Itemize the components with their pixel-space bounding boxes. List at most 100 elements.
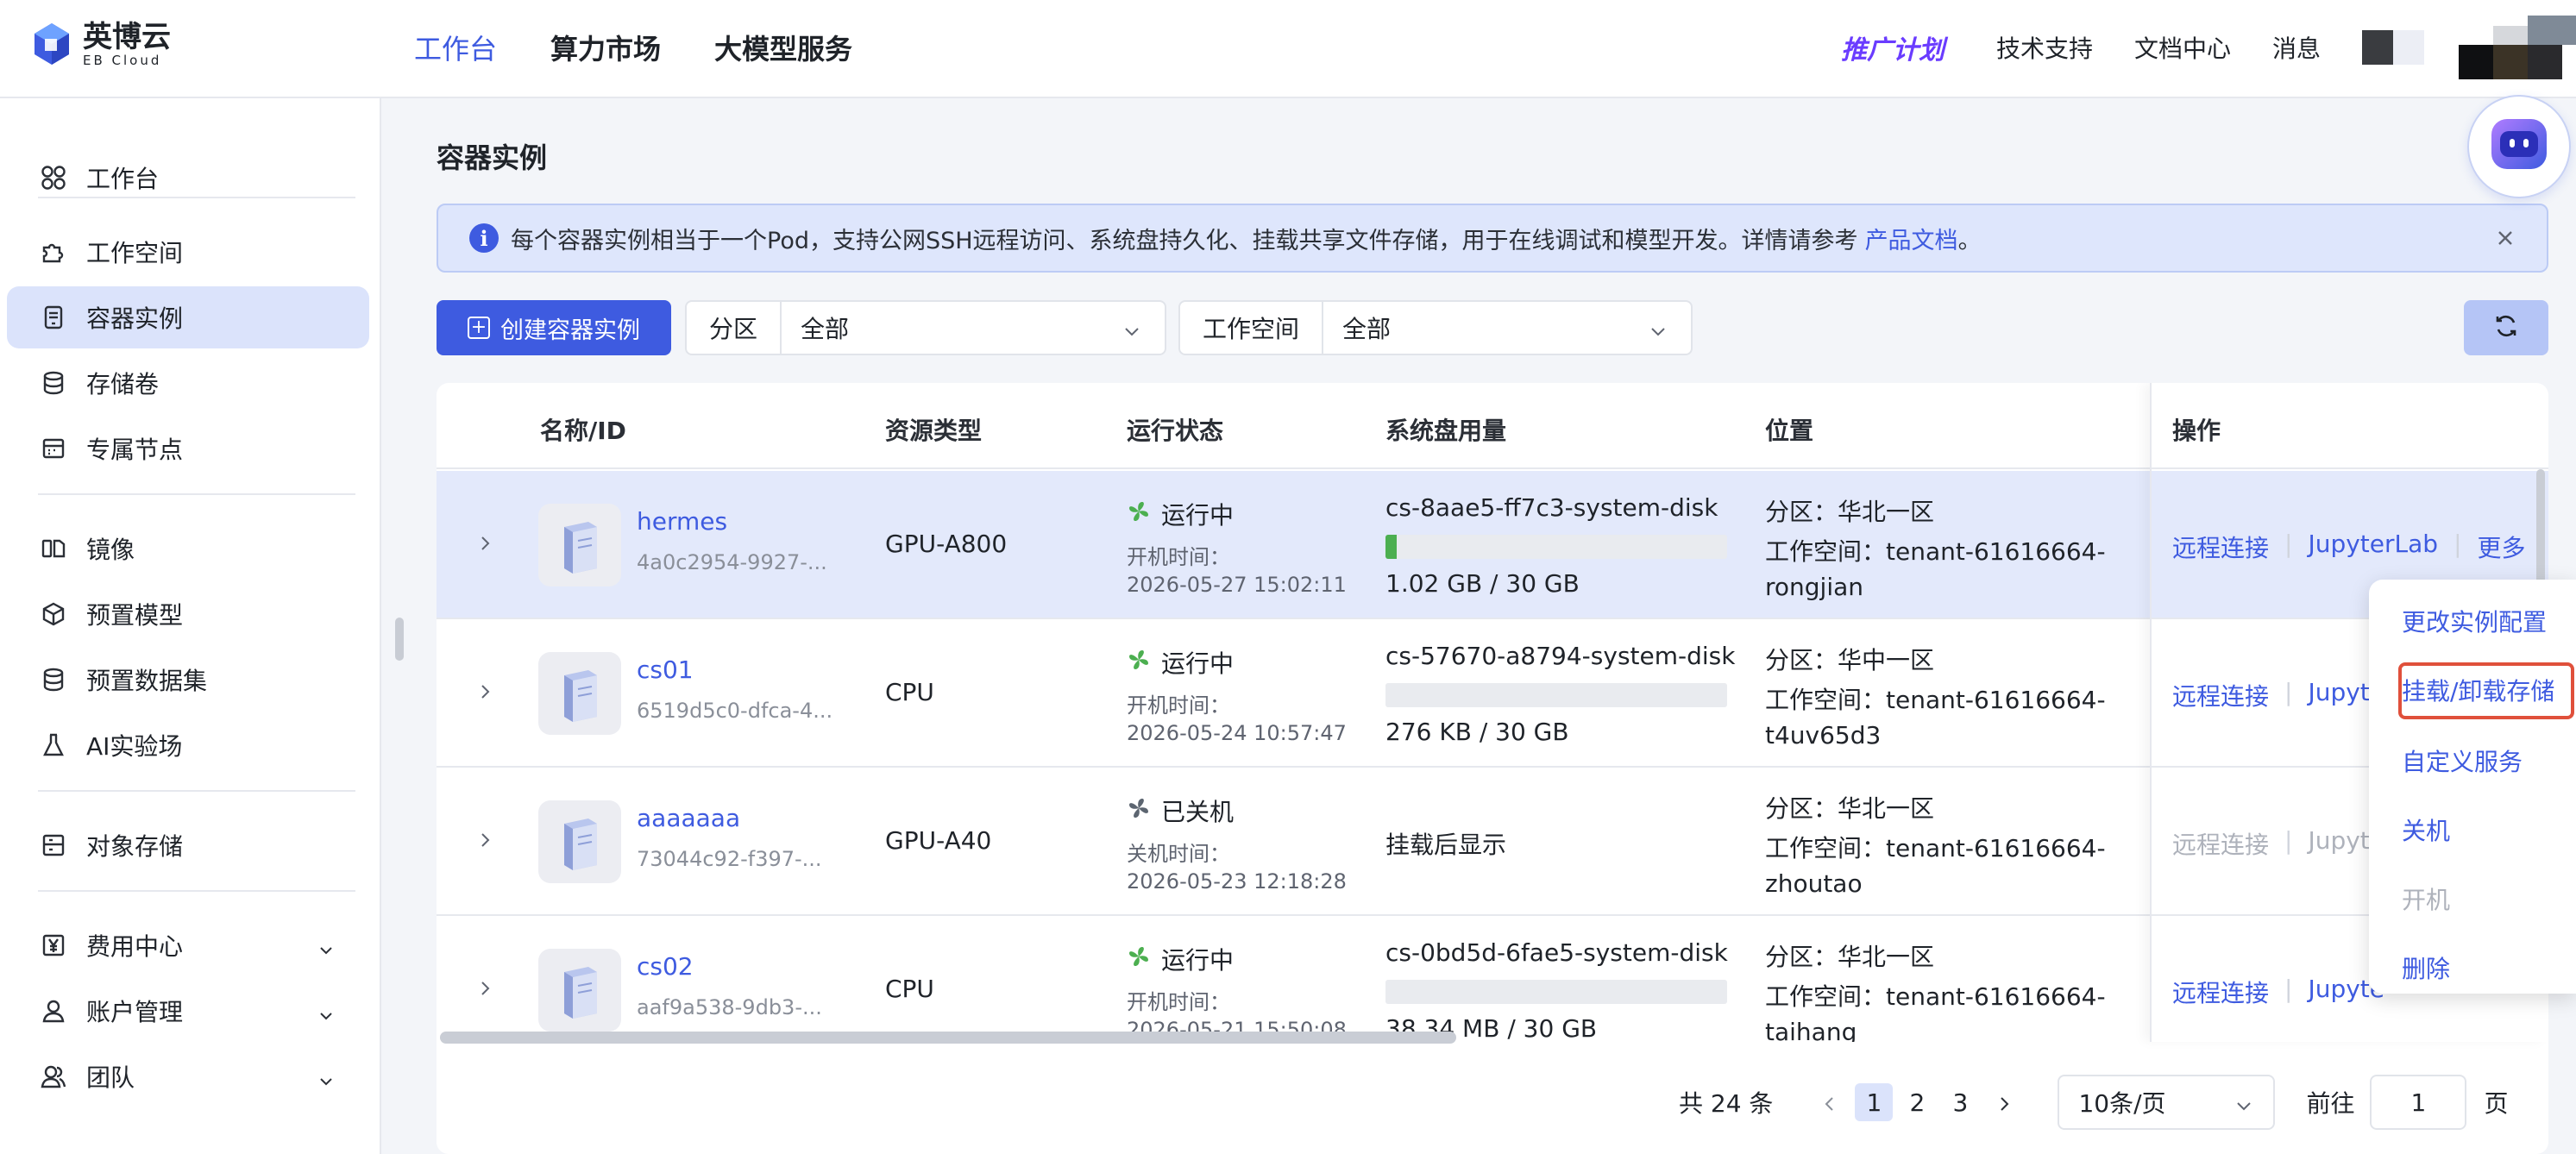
plus-icon: + — [468, 317, 490, 339]
logo-title: 英博云 — [83, 20, 171, 54]
workspace-text: 工作空间：tenant-61616664- — [1765, 686, 2106, 714]
messages-link[interactable]: 消息 — [2272, 30, 2321, 65]
dataset-icon — [40, 666, 67, 693]
sidebar-item-label: 镜像 — [86, 536, 135, 564]
sidebar-item-label: 费用中心 — [86, 932, 184, 961]
server-thumbnail-icon — [538, 504, 621, 586]
logo[interactable]: 英博云 EB Cloud — [33, 21, 171, 67]
zone-text: 分区：华北一区 — [1765, 498, 1935, 526]
sidebar-item-label: 工作空间 — [86, 239, 184, 267]
workspace-filter-select[interactable]: 全部 — [1323, 302, 1691, 354]
sidebar-item-storage-volume[interactable]: 存储卷 — [7, 352, 369, 414]
sidebar-resize-handle[interactable] — [395, 618, 404, 661]
page-2-button[interactable]: 2 — [1898, 1083, 1936, 1121]
chevron-right-icon[interactable] — [474, 830, 495, 850]
fan-stopped-icon — [1127, 796, 1151, 826]
resource-type: CPU — [885, 975, 934, 1003]
yen-icon — [40, 931, 67, 959]
instance-name-link[interactable]: cs01 — [637, 655, 694, 684]
next-page-icon[interactable] — [1994, 1092, 2014, 1113]
docs-center-link[interactable]: 文档中心 — [2134, 30, 2231, 65]
info-icon: i — [469, 223, 499, 253]
sidebar-item-object-storage[interactable]: 对象存储 — [7, 814, 369, 876]
prev-page-icon[interactable] — [1819, 1092, 1840, 1113]
time-value: 2026-05-23 12:18:28 — [1127, 869, 1347, 894]
goto-page-input[interactable]: 1 — [2370, 1075, 2467, 1130]
chevron-down-icon — [317, 1002, 335, 1020]
page-3-button[interactable]: 3 — [1941, 1083, 1979, 1121]
grid-icon — [40, 164, 67, 191]
sidebar-item-container-instance[interactable]: 容器实例 — [7, 286, 369, 348]
nav-compute-market[interactable]: 算力市场 — [550, 28, 661, 67]
menu-item-custom-service[interactable]: 自定义服务 — [2402, 743, 2523, 778]
sidebar-item-team[interactable]: 团队 — [7, 1045, 369, 1107]
pagination: 共 24 条 1 2 3 10条/页 前往 1 页 — [1679, 1075, 2508, 1130]
horizontal-scrollbar[interactable] — [440, 1032, 1456, 1044]
header-disk-usage: 系统盘用量 — [1385, 417, 1507, 445]
run-status: 运行中 — [1127, 497, 1234, 531]
disk-name: cs-0bd5d-6fae5-system-disk — [1385, 938, 1728, 967]
main-nav: 工作台 算力市场 大模型服务 — [414, 0, 852, 95]
header-run-status: 运行状态 — [1127, 417, 1224, 445]
info-notice: i 每个容器实例相当于一个Pod，支持公网SSH远程访问、系统盘持久化、挂载共享… — [437, 204, 2548, 273]
header-resource-type: 资源类型 — [885, 417, 983, 445]
instance-name-link[interactable]: cs02 — [637, 952, 694, 981]
zone-filter-select[interactable]: 全部 — [782, 302, 1165, 354]
image-icon — [40, 535, 67, 562]
zone-filter[interactable]: 分区 全部 — [685, 300, 1166, 355]
zone-text: 分区：华北一区 — [1765, 943, 1935, 971]
close-icon[interactable] — [2491, 224, 2519, 252]
menu-item-delete[interactable]: 删除 — [2402, 950, 2450, 985]
sidebar-item-label: 专属节点 — [86, 436, 184, 464]
chevron-right-icon[interactable] — [474, 681, 495, 702]
page-size-select[interactable]: 10条/页 — [2058, 1075, 2276, 1130]
page-1-button[interactable]: 1 — [1855, 1083, 1894, 1121]
instance-name-link[interactable]: aaaaaaa — [637, 804, 740, 832]
pagination-total: 共 24 条 — [1679, 1089, 1774, 1118]
sidebar-item-workbench[interactable]: 工作台 — [7, 147, 369, 209]
sidebar-item-account[interactable]: 账户管理 — [7, 980, 369, 1042]
sidebar-item-ai-lab[interactable]: AI实验场 — [7, 714, 369, 776]
sidebar-item-billing[interactable]: 费用中心 — [7, 914, 369, 976]
product-docs-link[interactable]: 产品文档 — [1865, 222, 1958, 255]
robot-icon — [2486, 112, 2552, 181]
sidebar-item-workspace[interactable]: 工作空间 — [7, 221, 369, 283]
instance-id: 6519d5c0-dfca-4... — [637, 699, 833, 723]
sidebar-item-label: 预置模型 — [86, 601, 184, 630]
disk-name: cs-8aae5-ff7c3-system-disk — [1385, 493, 1718, 522]
refresh-button[interactable] — [2464, 300, 2548, 355]
assistant-robot-button[interactable] — [2467, 95, 2571, 198]
nav-llm-service[interactable]: 大模型服务 — [714, 28, 852, 67]
time-value: 2026-05-24 10:57:47 — [1127, 721, 1347, 745]
sidebar-item-image[interactable]: 镜像 — [7, 517, 369, 580]
workspace-filter[interactable]: 工作空间 全部 — [1178, 300, 1693, 355]
menu-item-mount-storage[interactable]: 挂载/卸载存储 — [2402, 673, 2554, 707]
workspace-filter-label: 工作空间 — [1180, 302, 1324, 354]
menu-item-change-config[interactable]: 更改实例配置 — [2402, 604, 2547, 638]
instance-id: 73044c92-f397-... — [637, 847, 822, 871]
sidebar-item-dedicated-node[interactable]: 专属节点 — [7, 417, 369, 480]
workspace-text: 工作空间：tenant-61616664- — [1765, 537, 2106, 566]
instance-name-link[interactable]: hermes — [637, 507, 727, 536]
disk-usage-fill — [1385, 535, 1398, 559]
user-avatar[interactable] — [2459, 16, 2576, 79]
workspace-suffix: rongjian — [1765, 573, 1864, 601]
instance-id: 4a0c2954-9927-... — [637, 550, 827, 574]
menu-item-shutdown[interactable]: 关机 — [2402, 812, 2450, 847]
tech-support-link[interactable]: 技术支持 — [1996, 30, 2093, 65]
chevron-right-icon[interactable] — [474, 978, 495, 999]
run-status: 运行中 — [1127, 645, 1234, 680]
sidebar-divider — [38, 197, 355, 198]
user-icon — [40, 997, 67, 1025]
time-label: 开机时间： — [1127, 693, 1230, 718]
sidebar-item-preset-dataset[interactable]: 预置数据集 — [7, 649, 369, 711]
user-avatar-small[interactable] — [2362, 30, 2424, 65]
chevron-right-icon[interactable] — [474, 533, 495, 554]
create-instance-button[interactable]: + 创建容器实例 — [437, 300, 671, 355]
chevron-down-icon — [317, 1068, 335, 1086]
nav-workbench[interactable]: 工作台 — [414, 28, 497, 67]
sidebar-item-preset-model[interactable]: 预置模型 — [7, 583, 369, 645]
promo-link[interactable]: 推广计划 — [1841, 28, 1945, 66]
disk-placeholder-text: 挂载后显示 — [1385, 831, 1507, 859]
fan-running-icon — [1127, 648, 1151, 678]
